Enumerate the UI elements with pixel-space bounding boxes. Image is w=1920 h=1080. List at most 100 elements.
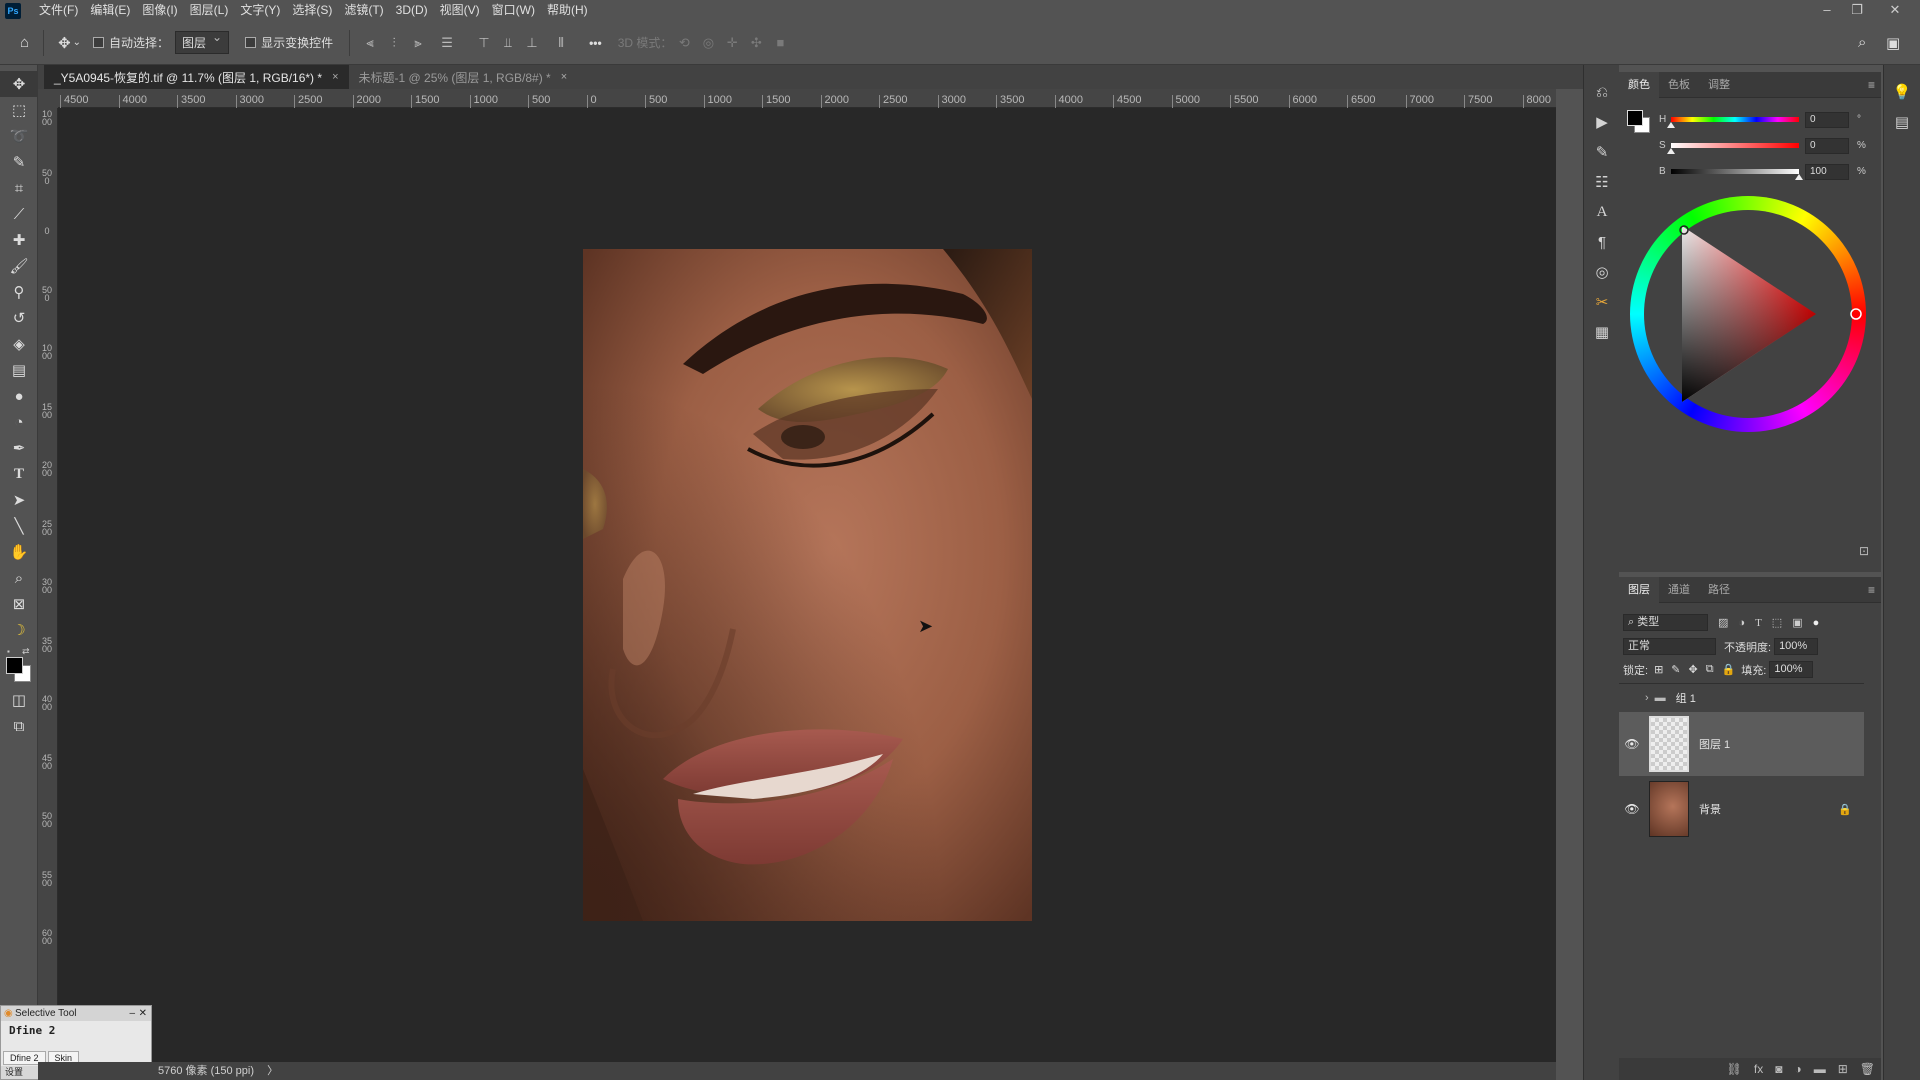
menu-help[interactable]: 帮助(H) (541, 0, 594, 21)
align-left-icon[interactable]: ⫷ (361, 34, 379, 52)
brush-tool-icon[interactable]: 🖌 (0, 253, 38, 279)
layer-filter-dropdown[interactable]: ⌕ 类型 (1623, 614, 1708, 631)
lock-transparent-icon[interactable]: ⊞ (1654, 663, 1663, 676)
panel-menu-icon[interactable]: ≡ (1868, 78, 1875, 92)
status-menu-arrow[interactable]: 〉 (267, 1065, 278, 1077)
actions-panel-icon[interactable]: ▶ (1584, 107, 1620, 137)
close-icon[interactable]: ✕ (1880, 0, 1910, 21)
new-group-icon[interactable]: ▬ (1814, 1062, 1826, 1076)
workspace-icon[interactable]: ▣ (1886, 34, 1900, 52)
slider-thumb[interactable] (1795, 174, 1803, 180)
menu-image[interactable]: 图像(I) (136, 0, 183, 21)
slider-thumb[interactable] (1667, 122, 1675, 128)
eye-icon[interactable]: 👁 (1619, 802, 1645, 816)
layer-row-background[interactable]: 👁 背景 🔒 (1619, 777, 1864, 841)
tab-document-2[interactable]: 未标题-1 @ 25% (图层 1, RGB/8#) * × (348, 65, 578, 89)
menu-edit[interactable]: 编辑(E) (84, 0, 136, 21)
show-transform-checkbox[interactable] (245, 37, 257, 48)
tab-color[interactable]: 颜色 (1619, 71, 1659, 98)
hue-track[interactable] (1671, 117, 1799, 122)
align-bottom-icon[interactable]: ⊥ (523, 34, 541, 52)
gradient-tool-icon[interactable]: ▤ (0, 357, 38, 383)
link-layers-icon[interactable]: ⛓ (1727, 1062, 1742, 1076)
quick-select-tool-icon[interactable]: ✎ (0, 149, 38, 175)
saturation-value-input[interactable]: 0 (1805, 138, 1849, 154)
lock-all-icon[interactable]: 🔒 (1722, 663, 1736, 676)
line-tool-icon[interactable]: ╲ (0, 513, 38, 539)
tab-paths[interactable]: 路径 (1699, 577, 1739, 603)
more-options-button[interactable]: ••• (589, 36, 602, 50)
tab-adjustments[interactable]: 调整 (1699, 72, 1739, 98)
filter-adjustment-icon[interactable]: ◑ (1738, 617, 1745, 629)
foreground-color-swatch[interactable] (6, 657, 23, 674)
new-layer-icon[interactable]: ⊞ (1838, 1062, 1848, 1076)
lock-image-icon[interactable]: ✎ (1671, 663, 1680, 676)
brush-settings-icon[interactable]: ✎ (1584, 137, 1620, 167)
screen-mode-icon[interactable]: ⧉ (0, 713, 38, 739)
3d-drag-icon[interactable]: ✛ (723, 34, 741, 52)
move-tool-icon[interactable]: ✥ (0, 71, 38, 97)
minimize-icon[interactable]: – (1812, 0, 1842, 21)
type-tool-icon[interactable]: T (0, 461, 38, 487)
auto-select-checkbox[interactable] (93, 37, 105, 48)
character-panel-icon[interactable]: A (1584, 197, 1620, 227)
home-icon[interactable]: ⌂ (20, 34, 29, 51)
color-wheel[interactable] (1628, 194, 1868, 434)
distribute-vertical-icon[interactable]: ⦀ (552, 34, 570, 52)
default-colors-icon[interactable]: ▪ (7, 647, 10, 656)
hue-value-input[interactable]: 0 (1805, 112, 1849, 128)
close-icon[interactable]: × (332, 71, 338, 83)
marquee-tool-icon[interactable]: ⬚ (0, 97, 38, 123)
pen-tool-icon[interactable]: ✒ (0, 435, 38, 461)
menu-filter[interactable]: 滤镜(T) (338, 0, 389, 21)
brightness-track[interactable] (1671, 169, 1799, 174)
channels-panel-icon[interactable]: ▦ (1584, 317, 1620, 347)
crop-tool-icon[interactable]: ⌗ (0, 175, 38, 201)
add-mask-icon[interactable]: ◙ (1775, 1062, 1782, 1076)
history-panel-icon[interactable]: ⎌ (1584, 77, 1620, 107)
align-middle-icon[interactable]: ⫫ (499, 34, 517, 52)
distribute-icon[interactable]: ☰ (438, 34, 456, 52)
filter-pixel-icon[interactable]: ▨ (1718, 616, 1728, 629)
menu-3d[interactable]: 3D(D) (390, 0, 434, 21)
3d-roll-icon[interactable]: ◎ (699, 34, 717, 52)
brightness-slider[interactable]: B 100 % (1659, 164, 1874, 182)
chevron-right-icon[interactable]: › (1645, 692, 1649, 704)
filter-shape-icon[interactable]: ⬚ (1772, 616, 1782, 629)
align-top-icon[interactable]: ⊤ (475, 34, 493, 52)
menu-window[interactable]: 窗口(W) (486, 0, 541, 21)
filter-smart-object-icon[interactable]: ▣ (1792, 616, 1802, 629)
healing-brush-tool-icon[interactable]: ✚ (0, 227, 38, 253)
restore-icon[interactable]: ❐ (1842, 0, 1872, 21)
tab-swatches[interactable]: 色板 (1659, 72, 1699, 98)
hand-tool-icon[interactable]: ✋ (0, 539, 38, 565)
brightness-value-input[interactable]: 100 (1805, 164, 1849, 180)
3d-slide-icon[interactable]: ✣ (747, 34, 765, 52)
auto-select-dropdown[interactable]: 图层 (175, 30, 230, 54)
properties-panel-icon[interactable]: ☷ (1584, 167, 1620, 197)
align-right-icon[interactable]: ⫸ (409, 34, 427, 52)
swap-colors-icon[interactable]: ⇄ (22, 646, 30, 657)
frame-tool-icon[interactable]: ⊠ (0, 591, 38, 617)
hue-slider[interactable]: H 0 ° (1659, 112, 1874, 130)
paragraph-panel-icon[interactable]: ¶ (1584, 227, 1620, 257)
lock-position-icon[interactable]: ✥ (1689, 663, 1698, 676)
plugin-panel-icon[interactable]: ✂ (1584, 287, 1620, 317)
lock-artboard-icon[interactable]: ⧉ (1706, 663, 1714, 676)
chevron-down-icon[interactable]: ⌄ (73, 37, 81, 48)
filter-toggle-icon[interactable]: ● (1813, 617, 1820, 629)
banana-tool-icon[interactable]: ☽ (0, 617, 38, 643)
blur-tool-icon[interactable]: ● (0, 383, 38, 409)
zoom-tool-icon[interactable]: ⌕ (0, 565, 38, 591)
3d-rotate-icon[interactable]: ⟲ (675, 34, 693, 52)
libraries-icon[interactable]: ▤ (1884, 107, 1920, 137)
filter-type-icon[interactable]: T (1755, 617, 1762, 629)
saturation-slider[interactable]: S 0 % (1659, 138, 1874, 156)
expand-icon[interactable]: ⊡ (1859, 544, 1869, 558)
tab-channels[interactable]: 通道 (1659, 577, 1699, 603)
close-icon[interactable]: × (561, 71, 567, 83)
minimize-icon[interactable]: – (129, 1006, 135, 1021)
tab-layers[interactable]: 图层 (1619, 576, 1659, 603)
eraser-tool-icon[interactable]: ◈ (0, 331, 38, 357)
eye-icon[interactable]: 👁 (1619, 737, 1645, 751)
